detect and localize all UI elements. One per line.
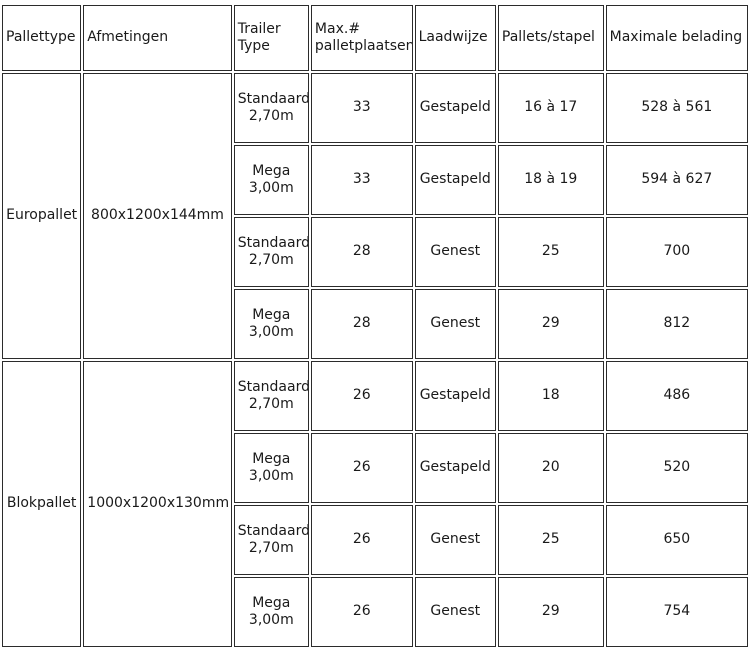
trailer-name: Mega	[252, 594, 291, 611]
cell-max-pallet-places: 33	[310, 73, 413, 143]
cell-max-pallet-places: 26	[310, 361, 413, 431]
cell-trailer-type: Mega 3,00m	[233, 145, 309, 215]
cell-pallets-per-stack: 29	[497, 577, 604, 647]
max-label: Max.	[314, 20, 349, 37]
trailer-type-line-1: Trailer	[237, 20, 281, 37]
trailer-height: 3,00m	[248, 180, 294, 196]
cell-max-load: 650	[605, 505, 748, 575]
cell-pallets-per-stack: 29	[497, 289, 604, 359]
cell-pallets-per-stack: 25	[497, 217, 604, 287]
cell-max-pallet-places: 26	[310, 505, 413, 575]
cell-pallets-per-stack: 20	[497, 433, 604, 503]
cell-loading-method: Genest	[414, 505, 496, 575]
cell-loading-method: Gestapeld	[414, 73, 496, 143]
table-row: Blokpallet 1000x1200x130mm Standaard 2,70m 2…	[2, 361, 748, 647]
trailer-name: Standaard	[237, 234, 309, 251]
cell-trailer-type: Mega 3,00m	[233, 577, 309, 647]
trailer-name: Mega	[252, 162, 291, 179]
column-header-dimensions: Afmetingen	[83, 5, 232, 71]
table-body: Europallet 800x1200x144mm Standaard 2,70m 33…	[2, 73, 748, 647]
cell-max-load: 700	[605, 217, 748, 287]
cell-loading-method: Gestapeld	[414, 145, 496, 215]
cell-max-pallet-places: 28	[310, 289, 413, 359]
column-header-max-load: Maximale belading	[605, 5, 748, 71]
trailer-name: Standaard	[237, 522, 309, 539]
hash-symbol: #	[348, 20, 361, 37]
cell-loading-method: Gestapeld	[414, 433, 496, 503]
column-header-trailer-type: Trailer Type	[233, 5, 309, 71]
cell-loading-method: Genest	[414, 217, 496, 287]
column-header-pallets-per-stack: Pallets/stapel	[497, 5, 604, 71]
trailer-height: 3,00m	[248, 612, 294, 628]
cell-max-load: 812	[605, 289, 748, 359]
trailer-name: Mega	[252, 450, 291, 467]
column-header-pallet-type: Pallettype	[2, 5, 82, 71]
cell-dimensions: 800x1200x144mm	[83, 73, 232, 359]
column-header-max-pallet-places: Max.# palletplaatsen	[310, 5, 413, 71]
max-pallet-places-line-2: palletplaatsen	[314, 38, 413, 54]
trailer-height: 2,70m	[248, 252, 294, 268]
cell-pallets-per-stack: 16 à 17	[497, 73, 604, 143]
cell-max-load: 520	[605, 433, 748, 503]
cell-max-pallet-places: 26	[310, 433, 413, 503]
cell-trailer-type: Mega 3,00m	[233, 289, 309, 359]
trailer-name: Mega	[252, 306, 291, 323]
cell-max-load: 754	[605, 577, 748, 647]
trailer-height: 2,70m	[248, 540, 294, 556]
cell-pallet-type: Blokpallet	[2, 361, 82, 647]
max-pallet-places-line-1: Max.#	[315, 21, 409, 38]
cell-trailer-type: Standaard 2,70m	[233, 217, 309, 287]
cell-trailer-type: Standaard 2,70m	[233, 505, 309, 575]
cell-trailer-type: Standaard 2,70m	[233, 73, 309, 143]
cell-trailer-type: Standaard 2,70m	[233, 361, 309, 431]
cell-loading-method: Genest	[414, 577, 496, 647]
table-row: Europallet 800x1200x144mm Standaard 2,70m 33…	[2, 73, 748, 359]
header-row: Pallettype Afmetingen Trailer Type Max.#…	[2, 5, 748, 71]
cell-max-load: 528 à 561	[605, 73, 748, 143]
column-header-loading-method: Laadwijze	[414, 5, 496, 71]
cell-max-load: 594 à 627	[605, 145, 748, 215]
cell-max-pallet-places: 33	[310, 145, 413, 215]
cell-pallets-per-stack: 18 à 19	[497, 145, 604, 215]
trailer-height: 3,00m	[248, 468, 294, 484]
trailer-name: Standaard	[237, 90, 309, 107]
cell-max-load: 486	[605, 361, 748, 431]
trailer-name: Standaard	[237, 378, 309, 395]
cell-dimensions: 1000x1200x130mm	[83, 361, 232, 647]
cell-pallet-type: Europallet	[2, 73, 82, 359]
trailer-height: 2,70m	[248, 108, 294, 124]
trailer-type-line-2: Type	[237, 38, 270, 54]
cell-pallets-per-stack: 18	[497, 361, 604, 431]
cell-trailer-type: Mega 3,00m	[233, 433, 309, 503]
trailer-height: 2,70m	[248, 396, 294, 412]
cell-max-pallet-places: 28	[310, 217, 413, 287]
trailer-height: 3,00m	[248, 324, 294, 340]
pallet-specification-table: Pallettype Afmetingen Trailer Type Max.#…	[0, 3, 750, 649]
cell-max-pallet-places: 26	[310, 577, 413, 647]
cell-pallets-per-stack: 25	[497, 505, 604, 575]
cell-loading-method: Genest	[414, 289, 496, 359]
cell-loading-method: Gestapeld	[414, 361, 496, 431]
table-header: Pallettype Afmetingen Trailer Type Max.#…	[2, 5, 748, 71]
